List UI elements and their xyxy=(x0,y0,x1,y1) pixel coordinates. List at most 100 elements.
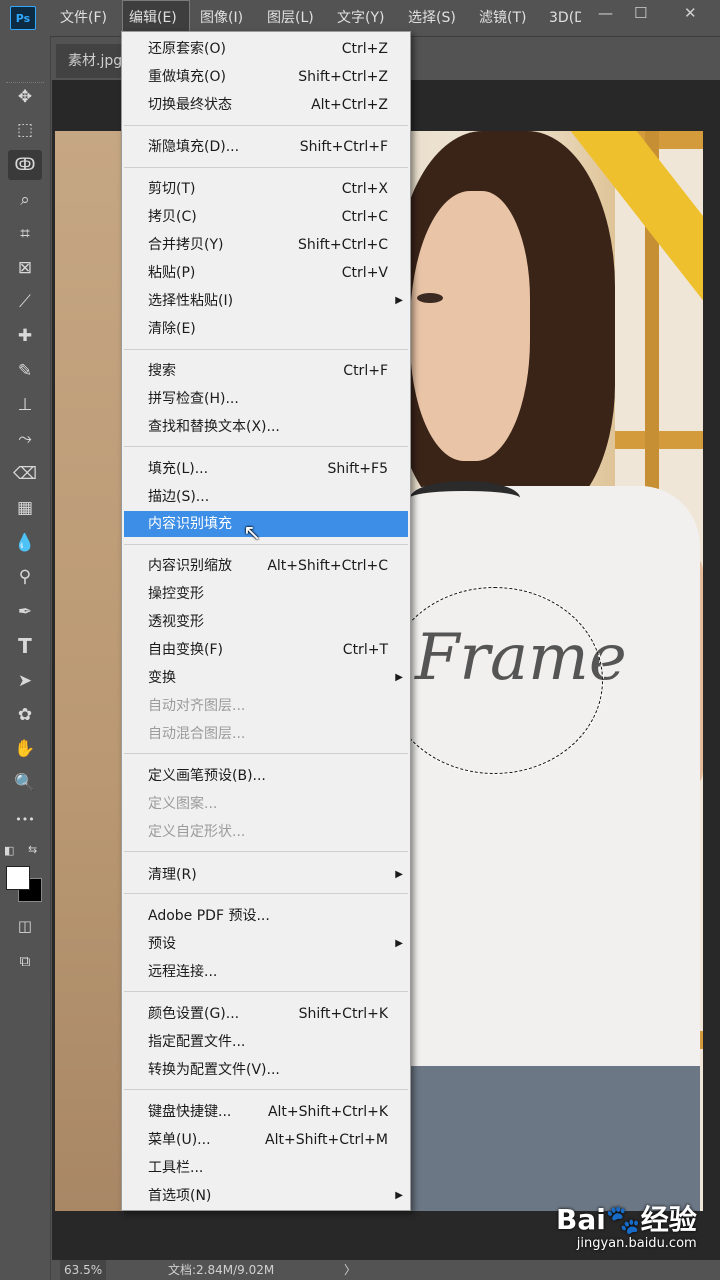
menu-item-label: 内容识别缩放 xyxy=(148,558,232,574)
menu-item-fade-fill[interactable]: 渐隐填充(D)... Shift+Ctrl+F xyxy=(124,134,408,160)
menu-item-puppet-warp[interactable]: 操控变形 xyxy=(124,581,408,607)
lasso-tool-icon[interactable]: ↂ xyxy=(8,150,42,180)
menu-separator xyxy=(124,851,408,852)
menu-item-label: 定义画笔预设(B)... xyxy=(148,768,266,784)
menu-item-toolbar[interactable]: 工具栏... xyxy=(124,1155,408,1181)
foreground-color-swatch[interactable] xyxy=(6,866,30,890)
menu-item-label: 渐隐填充(D)... xyxy=(148,139,240,155)
menu-item-paste[interactable]: 粘贴(P) Ctrl+V xyxy=(124,260,408,286)
menu-item-keyboard-shortcuts[interactable]: 键盘快捷键... Alt+Shift+Ctrl+K xyxy=(124,1099,408,1125)
menu-file[interactable]: 文件(F) xyxy=(60,0,107,36)
submenu-arrow-icon: ▶ xyxy=(395,295,403,306)
menu-item-label: 还原套索(O) xyxy=(148,41,226,57)
lasso-selection-marquee[interactable] xyxy=(385,586,604,775)
menu-item-label: 指定配置文件... xyxy=(148,1034,246,1050)
menu-item-label: 查找和替换文本(X)... xyxy=(148,419,280,435)
brush-tool-icon[interactable]: ✎ xyxy=(8,356,42,386)
more-tools-icon[interactable]: ••• xyxy=(8,804,42,834)
menu-separator xyxy=(124,446,408,447)
quick-select-tool-icon[interactable]: ⌕ xyxy=(8,185,42,215)
clone-stamp-tool-icon[interactable]: ⊥ xyxy=(8,390,42,420)
menu-item-label: 搜索 xyxy=(148,363,176,379)
menu-item-remote-connections[interactable]: 远程连接... xyxy=(124,959,408,985)
menu-item-assign-profile[interactable]: 指定配置文件... xyxy=(124,1029,408,1055)
healing-brush-tool-icon[interactable]: ✚ xyxy=(8,321,42,351)
zoom-level[interactable]: 63.5% xyxy=(60,1260,107,1280)
menu-item-fill[interactable]: 填充(L)... Shift+F5 xyxy=(124,456,408,482)
menu-item-label: 菜单(U)... xyxy=(148,1132,211,1148)
menu-item-define-brush-preset[interactable]: 定义画笔预设(B)... xyxy=(124,763,408,789)
document-tab[interactable]: 素材.jpg xyxy=(56,44,128,78)
menu-item-search[interactable]: 搜索 Ctrl+F xyxy=(124,358,408,384)
menu-item-menus[interactable]: 菜单(U)... Alt+Shift+Ctrl+M xyxy=(124,1127,408,1153)
restore-icon[interactable]: ☐ xyxy=(634,0,647,28)
menu-3d[interactable]: 3D(D xyxy=(549,0,581,36)
menu-item-find-replace-text[interactable]: 查找和替换文本(X)... xyxy=(124,414,408,440)
menu-item-copy[interactable]: 拷贝(C) Ctrl+C xyxy=(124,204,408,230)
menu-item-transform[interactable]: 变换 ▶ xyxy=(124,665,408,691)
menu-item-convert-to-profile[interactable]: 转换为配置文件(V)... xyxy=(124,1057,408,1083)
menu-item-content-aware-scale[interactable]: 内容识别缩放 Alt+Shift+Ctrl+C xyxy=(124,553,408,579)
menu-item-purge[interactable]: 清理(R) ▶ xyxy=(124,862,408,888)
frame-tool-icon[interactable]: ⊠ xyxy=(8,253,42,283)
menu-item-redo-fill[interactable]: 重做填充(O) Shift+Ctrl+Z xyxy=(124,64,408,90)
custom-shape-tool-icon[interactable]: ✿ xyxy=(8,700,42,730)
status-menu-arrow-icon[interactable]: 〉 xyxy=(344,1260,356,1280)
menu-item-shortcut: Shift+Ctrl+C xyxy=(298,237,388,253)
menu-item-stroke[interactable]: 描边(S)... xyxy=(124,484,408,510)
menu-item-shortcut: Ctrl+F xyxy=(343,363,388,379)
menu-filter[interactable]: 滤镜(T) xyxy=(479,0,526,36)
menu-item-label: 重做填充(O) xyxy=(148,69,226,85)
menu-item-preferences[interactable]: 首选项(N) ▶ xyxy=(124,1183,408,1209)
eyedropper-tool-icon[interactable]: ⟋ xyxy=(8,287,42,317)
menu-item-content-aware-fill[interactable]: 内容识别填充 xyxy=(124,511,408,537)
menu-item-label: 合并拷贝(Y) xyxy=(148,237,224,253)
close-icon[interactable]: ✕ xyxy=(684,0,697,28)
type-tool-icon[interactable]: T xyxy=(8,631,42,661)
menu-item-shortcut: Shift+Ctrl+K xyxy=(298,1006,388,1022)
marquee-tool-icon[interactable]: ⬚ xyxy=(8,115,42,145)
eraser-tool-icon[interactable]: ⌫ xyxy=(8,459,42,489)
default-colors-icon[interactable]: ◧ xyxy=(4,844,14,857)
screen-mode-icon[interactable]: ⧉ xyxy=(8,946,42,976)
menu-separator xyxy=(124,753,408,754)
menu-item-auto-blend-layers: 自动混合图层... xyxy=(124,721,408,747)
submenu-arrow-icon: ▶ xyxy=(395,869,403,880)
menu-item-clear[interactable]: 清除(E) xyxy=(124,316,408,342)
menu-item-perspective-warp[interactable]: 透视变形 xyxy=(124,609,408,635)
move-tool-icon[interactable]: ✥ xyxy=(8,82,42,112)
swap-colors-icon[interactable]: ⇆ xyxy=(28,843,37,856)
menu-item-color-settings[interactable]: 颜色设置(G)... Shift+Ctrl+K xyxy=(124,1001,408,1027)
menu-item-shortcut: Shift+Ctrl+Z xyxy=(298,69,388,85)
quick-mask-icon[interactable]: ◫ xyxy=(8,911,42,941)
document-size: 文档:2.84M/9.02M xyxy=(168,1263,275,1277)
hand-tool-icon[interactable]: ✋ xyxy=(8,734,42,764)
menu-item-toggle-last-state[interactable]: 切换最终状态 Alt+Ctrl+Z xyxy=(124,92,408,118)
menu-item-define-custom-shape: 定义自定形状... xyxy=(124,819,408,845)
menu-item-label: 拼写检查(H)... xyxy=(148,391,239,407)
zoom-tool-icon[interactable]: 🔍 xyxy=(8,768,42,798)
menu-item-adobe-pdf-presets[interactable]: Adobe PDF 预设... xyxy=(124,903,408,929)
minimize-icon[interactable]: — xyxy=(598,0,613,28)
photo-jeans xyxy=(400,1066,700,1211)
path-selection-tool-icon[interactable]: ➤ xyxy=(8,666,42,696)
menu-item-paste-special[interactable]: 选择性粘贴(I) ▶ xyxy=(124,288,408,314)
status-bar: 63.5% 文档:2.84M/9.02M 〉 xyxy=(52,1260,720,1280)
blur-tool-icon[interactable]: 💧 xyxy=(8,528,42,558)
menu-select[interactable]: 选择(S) xyxy=(408,0,456,36)
pen-tool-icon[interactable]: ✒ xyxy=(8,597,42,627)
menu-item-copy-merged[interactable]: 合并拷贝(Y) Shift+Ctrl+C xyxy=(124,232,408,258)
menu-item-free-transform[interactable]: 自由变换(F) Ctrl+T xyxy=(124,637,408,663)
menu-item-cut[interactable]: 剪切(T) Ctrl+X xyxy=(124,176,408,202)
menu-item-label: 工具栏... xyxy=(148,1160,204,1176)
menu-item-presets[interactable]: 预设 ▶ xyxy=(124,931,408,957)
menu-item-label: 变换 xyxy=(148,670,176,686)
history-brush-tool-icon[interactable]: ⤳ xyxy=(8,424,42,454)
menu-item-undo-lasso[interactable]: 还原套索(O) Ctrl+Z xyxy=(124,36,408,62)
menu-item-label: 拷贝(C) xyxy=(148,209,197,225)
menu-item-label: 定义自定形状... xyxy=(148,824,246,840)
dodge-tool-icon[interactable]: ⚲ xyxy=(8,562,42,592)
crop-tool-icon[interactable]: ⌗ xyxy=(8,219,42,249)
menu-item-check-spelling[interactable]: 拼写检查(H)... xyxy=(124,386,408,412)
gradient-tool-icon[interactable]: ▦ xyxy=(8,493,42,523)
